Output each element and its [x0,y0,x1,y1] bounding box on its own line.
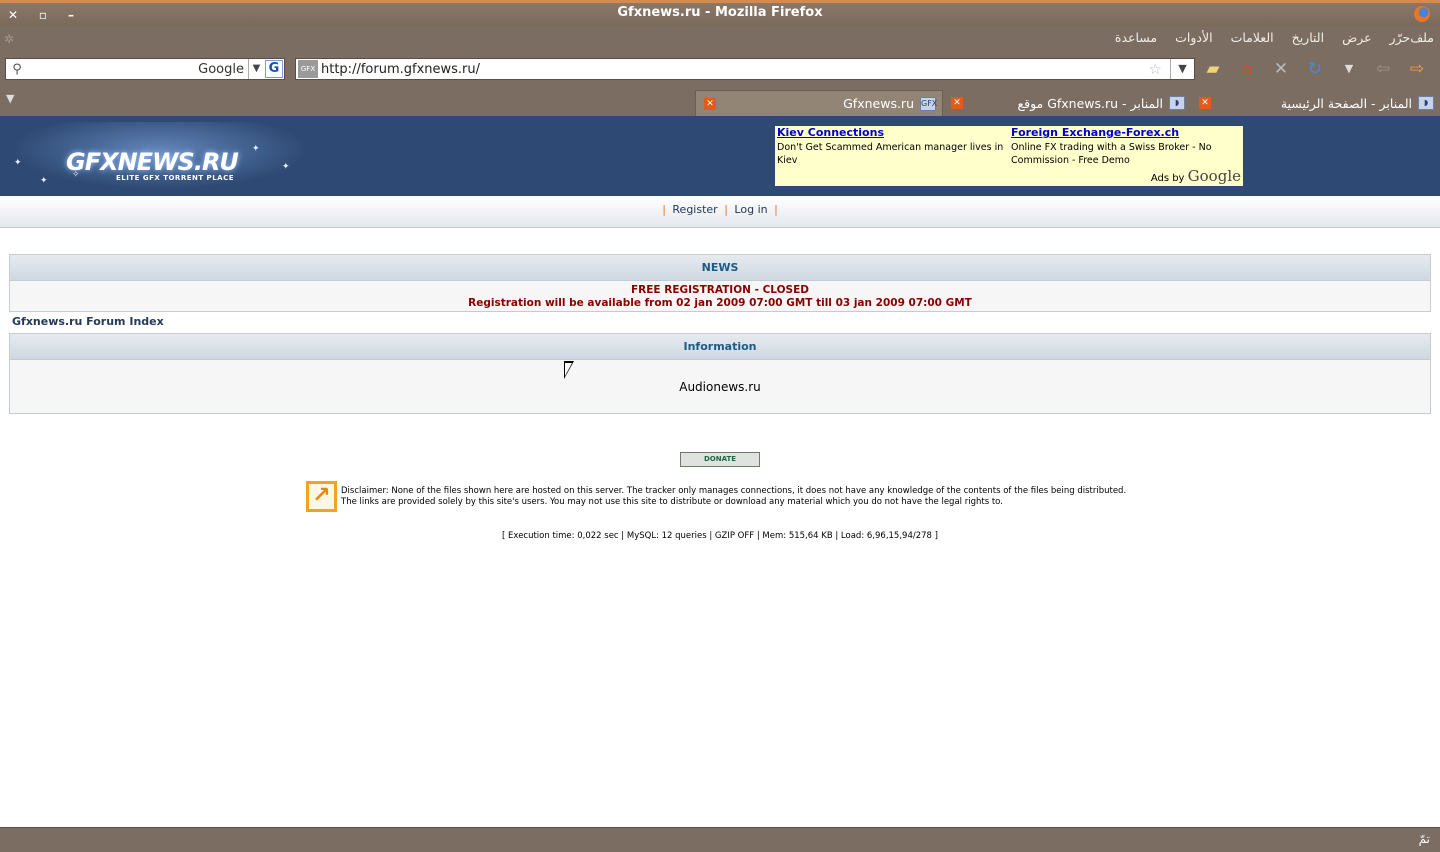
news-line-1: FREE REGISTRATION - CLOSED [630,284,809,296]
user-links-bar: | Register | Log in | [0,196,1440,228]
sparkle-icon: ✦ [282,162,290,172]
reload-icon[interactable]: ↻ [1298,58,1332,80]
ad-text: Online FX trading with a Swiss Broker - … [1011,142,1212,166]
ads-by-label: Ads by [1150,173,1185,184]
firefox-logo-icon [1414,6,1430,22]
tab-gfxnews[interactable]: ✕ Gfxnews.ru GFX [695,90,943,116]
news-line-2: Registration will be available from 02 j… [468,297,972,309]
forum-index-link[interactable]: Gfxnews.ru Forum Index [12,315,164,328]
tab-label: المنابر - الصفحة الرئيسية [1280,95,1412,111]
tab-close-icon[interactable]: ✕ [951,97,963,109]
list-all-tabs-icon[interactable]: ▼ [6,92,14,105]
stop-icon[interactable]: ✕ [1264,58,1298,80]
forward-icon[interactable]: ⇨ [1400,58,1434,80]
information-text: Audionews.ru [679,380,761,394]
sparkle-icon: ✦ [40,176,48,186]
forum-favicon-icon: ◗ [1169,96,1185,110]
forum-favicon-icon: ◗ [1418,96,1434,110]
page-content: ✦ ✦ ✦ ✦ ✧ GFXNEWS.RU ELITE GFX TORRENT P… [0,116,1440,827]
menu-tools[interactable]: الأدوات [1175,30,1212,45]
sparkle-icon: ✦ [14,158,22,168]
back-forward-dropdown-icon[interactable]: ▼ [1332,58,1366,80]
navigation-toolbar: ⚲ Google ▼ G GFX http://forum.gfxnews.ru… [0,52,1440,86]
menu-file[interactable]: ملف [1410,30,1434,45]
disclaimer-arrow-icon: ↗ [306,481,337,512]
tab-forum-site[interactable]: ✕ موقع Gfxnews.ru - المنابر ◗ [943,90,1191,116]
window-title: Gfxnews.ru - Mozilla Firefox [617,5,823,20]
menu-view[interactable]: عرض [1342,30,1371,45]
ads-by-google[interactable]: Ads by Google [1151,167,1241,185]
logo-subtitle: ELITE GFX TORRENT PLACE [116,174,234,182]
news-heading: NEWS [10,255,1430,281]
login-link[interactable]: Log in [734,203,767,216]
execution-stats: [ Execution time: 0,022 sec | MySQL: 12 … [502,531,938,541]
donate-button[interactable]: DONATE [680,452,760,467]
google-ads-block: Kiev Connections Don't Get Scammed Ameri… [775,126,1243,186]
menu-help[interactable]: مساعدة [1115,30,1157,45]
tab-close-icon[interactable]: ✕ [704,97,716,110]
information-heading: Information [10,334,1430,360]
ad-item: Kiev Connections Don't Get Scammed Ameri… [777,126,1009,167]
site-logo[interactable]: ✦ ✦ ✦ ✦ ✧ GFXNEWS.RU ELITE GFX TORRENT P… [0,122,320,192]
site-header: ✦ ✦ ✦ ✦ ✧ GFXNEWS.RU ELITE GFX TORRENT P… [0,116,1440,196]
tab-label: Gfxnews.ru [843,96,914,111]
back-icon[interactable]: ⇦ [1366,58,1400,80]
status-text: تمّ [1418,832,1430,846]
ad-title-link[interactable]: Kiev Connections [777,126,1009,139]
register-link[interactable]: Register [672,203,717,216]
gfx-favicon-icon: GFX [920,96,937,111]
disclaimer-line-2: The links are provided solely by this si… [341,497,1003,507]
new-folder-icon[interactable]: ▰ [1196,58,1230,80]
disclaimer-line-1: Disclaimer: None of the files shown here… [341,486,1127,496]
history-dropdown-icon[interactable]: ▼ [1170,59,1194,79]
ad-item: Foreign Exchange-Forex.ch Online FX trad… [1011,126,1243,167]
window-titlebar: ✕ ▫ – Gfxnews.ru - Mozilla Firefox [0,0,1440,26]
home-icon[interactable]: ⌂ [1230,58,1264,80]
menu-edit[interactable]: حرّر [1390,30,1411,45]
ad-title-link[interactable]: Foreign Exchange-Forex.ch [1011,126,1243,139]
throbber-icon: ✲ [4,32,15,46]
address-bar[interactable]: GFX http://forum.gfxnews.ru/ ☆ ▼ [295,58,1195,80]
disclaimer-text: Disclaimer: None of the files shown here… [341,486,1141,508]
status-bar: تمّ [0,827,1440,852]
ad-text: Don't Get Scammed American manager lives… [777,142,1004,166]
news-box: NEWS FREE REGISTRATION - CLOSED Registra… [9,254,1431,312]
menu-bar: ✲ ملف حرّر عرض التاريخ العلامات الأدوات … [0,26,1440,52]
tab-close-icon[interactable]: ✕ [1199,97,1211,109]
information-box: Information Audionews.ru [9,333,1431,414]
logo-title: GFXNEWS.RU [66,148,239,176]
nav-buttons: ▰ ⌂ ✕ ↻ ▼ ⇦ ⇨ [1196,58,1434,80]
search-engine-name: Google [198,61,244,77]
menu-bookmarks[interactable]: العلامات [1231,30,1274,45]
search-engine-dropdown-icon[interactable]: ▼ [248,59,264,79]
search-box[interactable]: ⚲ Google ▼ G [5,58,285,80]
url-input[interactable]: http://forum.gfxnews.ru/ [321,62,480,77]
tab-label: موقع Gfxnews.ru - المنابر [1017,95,1163,111]
mouse-cursor-icon [564,361,574,379]
bookmark-star-icon[interactable]: ☆ [1149,60,1162,78]
search-icon: ⚲ [12,61,22,77]
site-favicon-icon: GFX [298,60,318,78]
menu-history[interactable]: التاريخ [1292,30,1324,45]
tab-bar: ▼ ✕ Gfxnews.ru GFX ✕ موقع Gfxnews.ru - ا… [0,86,1440,116]
donate-label: DONATE [703,455,737,463]
ads-by-brand: Google [1187,167,1241,185]
google-icon[interactable]: G [265,60,283,78]
tab-forum-home[interactable]: ✕ المنابر - الصفحة الرئيسية ◗ [1191,90,1440,116]
menu-list: ملف حرّر عرض التاريخ العلامات الأدوات مس… [1097,30,1434,45]
sparkle-icon: ✦ [252,144,260,154]
